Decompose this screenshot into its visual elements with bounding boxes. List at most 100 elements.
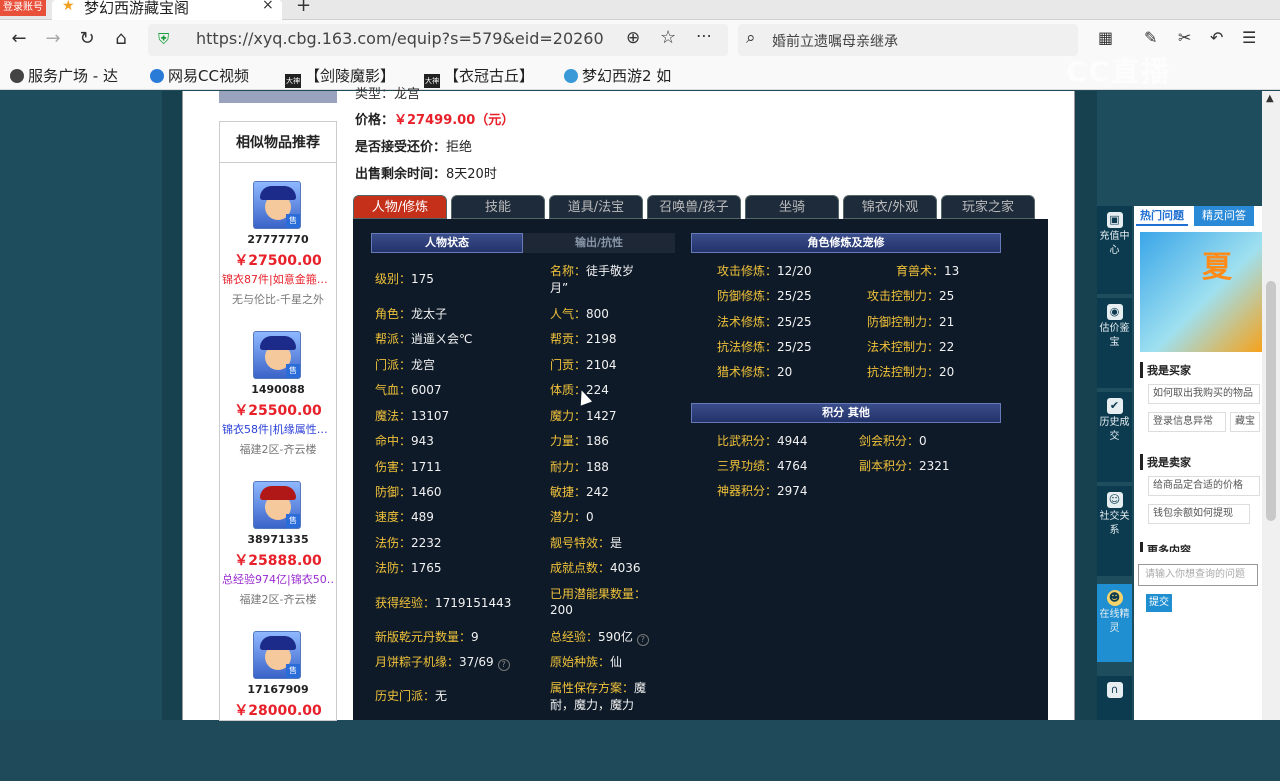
points-header: 积分 其他 <box>691 403 1001 423</box>
stat-row: 防御：1460 <box>375 485 442 499</box>
character-avatar[interactable]: 售 <box>253 331 301 379</box>
menu-icon[interactable]: ☰ <box>1242 28 1256 47</box>
stat-row: 月” <box>550 281 569 295</box>
tab-home[interactable]: 玩家之家 <box>941 195 1035 219</box>
character-avatar[interactable]: 售 <box>253 631 301 679</box>
help-link[interactable]: 给商品定合适的价格 <box>1148 476 1260 496</box>
stat-row: 200 <box>550 603 573 617</box>
tab-items[interactable]: 道具/法宝 <box>549 195 643 219</box>
support-button[interactable]: ∩ <box>1097 676 1132 720</box>
home-icon[interactable]: ⌂ <box>108 26 134 52</box>
help-link[interactable]: 如何取出我购买的物品 <box>1148 384 1260 404</box>
cultivation-row: 攻击修炼：12/20 <box>717 264 812 278</box>
url-text[interactable]: https://xyq.cbg.163.com/equip?s=579&eid=… <box>196 29 616 48</box>
item-price: ￥25500.00 <box>234 403 322 419</box>
item-desc[interactable]: 总经验974亿|锦衣50… <box>222 571 334 587</box>
browser-tab[interactable]: ★ 梦幻西游藏宝阁 × <box>52 0 282 20</box>
grid-icon[interactable]: ▦ <box>1098 28 1113 47</box>
scroll-thumb[interactable] <box>1266 281 1276 521</box>
social-button[interactable]: ☺ 社交关系 <box>1097 486 1132 576</box>
tab-character[interactable]: 人物/修炼 <box>353 195 447 219</box>
tab-hot-questions[interactable]: 热门问题 <box>1136 206 1188 226</box>
stat-row: 法防：1765 <box>375 561 442 575</box>
help-tabs: 热门问题 精灵问答 <box>1134 206 1262 226</box>
tab-title: 梦幻西游藏宝阁 <box>84 0 190 17</box>
bookmark-yiguan[interactable]: 大神 【衣冠古丘】 <box>424 65 534 88</box>
item-id: 27777770 <box>247 233 309 246</box>
undo-icon[interactable]: ↶ <box>1210 28 1223 47</box>
help-icon[interactable]: ? <box>636 634 649 646</box>
appraise-button[interactable]: ◉ 估价鉴宝 <box>1097 298 1132 388</box>
item-server: 福建2区-齐云楼 <box>239 593 317 606</box>
similar-item[interactable]: 售 1490088 ￥25500.00 锦衣58件|机缘属性… 福建2区-齐云楼 <box>220 331 336 481</box>
character-avatar[interactable]: 售 <box>253 481 301 529</box>
zoom-icon[interactable]: ⊕ <box>626 28 640 48</box>
browser-tab-strip: 登录账号 ★ 梦幻西游藏宝阁 × + <box>0 0 1280 20</box>
tab-elf-qa[interactable]: 精灵问答 <box>1194 206 1254 226</box>
item-id: 17167909 <box>247 683 309 696</box>
stat-row: 属性保存方案：魔 <box>550 681 647 695</box>
item-desc[interactable]: 锦衣58件|机缘属性… <box>222 421 334 437</box>
help-icon[interactable]: ? <box>497 659 510 671</box>
tab-pets[interactable]: 召唤兽/孩子 <box>647 195 741 219</box>
close-tab-icon[interactable]: × <box>262 0 274 13</box>
help-link[interactable]: 登录信息异常 <box>1148 412 1226 432</box>
elf-icon: ☻ <box>1106 590 1123 606</box>
scissors-icon[interactable]: ✂ <box>1178 28 1191 47</box>
item-price: ￥28000.00 <box>234 703 322 719</box>
cultivation-header: 角色修炼及宠修 <box>691 233 1001 253</box>
stat-row: 敏捷：242 <box>550 485 609 499</box>
stat-row: 原始种族：仙 <box>550 655 623 669</box>
reload-icon[interactable]: ↻ <box>74 26 100 52</box>
paw-icon <box>564 69 578 83</box>
item-desc[interactable]: 锦衣87件|如意金箍… <box>222 271 334 287</box>
similar-item[interactable]: 售 17167909 ￥28000.00 <box>220 631 336 781</box>
search-text[interactable]: 婚前立遗嘱母亲继承 <box>772 31 898 51</box>
tab-outfits[interactable]: 锦衣/外观 <box>843 195 937 219</box>
stat-row: 角色：龙太子 <box>375 307 448 321</box>
star-icon[interactable]: ☆ <box>660 27 676 48</box>
online-elf-button[interactable]: ☻ 在线精灵 <box>1097 584 1132 662</box>
summer-banner[interactable]: 夏 <box>1140 232 1262 352</box>
back-icon[interactable]: ← <box>6 26 32 52</box>
cultivation-row: 猎术修炼：20 <box>717 365 793 379</box>
tab-mounts[interactable]: 坐骑 <box>745 195 839 219</box>
new-tab-button[interactable]: + <box>296 0 311 16</box>
shield-icon: ⛨ <box>158 30 170 48</box>
cultivation-row: 法术控制力：22 <box>867 340 955 354</box>
similar-items-title: 相似物品推荐 <box>220 121 336 163</box>
points-row: 剑会积分：0 <box>859 434 927 448</box>
forward-icon[interactable]: → <box>40 26 66 52</box>
similar-item[interactable]: 售 27777770 ￥27500.00 锦衣87件|如意金箍… 无与伦比-千星… <box>220 181 336 331</box>
points-row: 副本积分：2321 <box>859 459 950 473</box>
bargain-line: 是否接受还价：拒绝 <box>355 140 473 155</box>
search-box[interactable]: ⌕ 婚前立遗嘱母亲继承 <box>738 24 1078 56</box>
help-link[interactable]: 钱包余额如何提现 <box>1148 504 1250 524</box>
help-submit-button[interactable]: 提交 <box>1146 594 1172 612</box>
points-row: 比武积分：4944 <box>717 434 808 448</box>
bookmark-cc[interactable]: 网易CC视频 <box>150 65 249 86</box>
bookmark-xyq[interactable]: 梦幻西游2 如 <box>564 65 671 86</box>
points-row: 三界功绩：4764 <box>717 459 808 473</box>
stat-row: 门派：龙宫 <box>375 358 436 372</box>
pin-icon[interactable]: ✎ <box>1144 28 1157 47</box>
help-question-input[interactable]: 请输入你想查询的问题 <box>1138 564 1258 586</box>
more-section-title: 更多内容 <box>1140 542 1191 552</box>
similar-item[interactable]: 售 38971335 ￥25888.00 总经验974亿|锦衣50… 福建2区-… <box>220 481 336 631</box>
right-strip <box>1075 91 1097 720</box>
recharge-button[interactable]: ▣ 充值中心 <box>1097 206 1132 294</box>
bookmark-service[interactable]: 服务广场 - 达 <box>10 65 118 86</box>
price-line: 价格：￥27499.00（元） <box>355 113 515 128</box>
stat-row: 名称：徒手敬岁 <box>550 264 635 278</box>
tab-status[interactable]: 人物状态 <box>371 233 523 253</box>
tab-skills[interactable]: 技能 <box>451 195 545 219</box>
page-scrollbar[interactable]: ▲ <box>1262 91 1280 720</box>
help-link[interactable]: 藏宝 <box>1230 412 1260 432</box>
scroll-up-icon[interactable]: ▲ <box>1266 93 1274 104</box>
history-button[interactable]: ✔ 历史成交 <box>1097 392 1132 482</box>
address-bar[interactable]: ⛨ https://xyq.cbg.163.com/equip?s=579&ei… <box>148 24 728 56</box>
stat-row: 靓号特效：是 <box>550 536 623 550</box>
more-icon[interactable]: ⋯ <box>696 26 712 45</box>
character-avatar[interactable]: 售 <box>253 181 301 229</box>
tab-output-resistance[interactable]: 输出/抗性 <box>523 233 675 253</box>
